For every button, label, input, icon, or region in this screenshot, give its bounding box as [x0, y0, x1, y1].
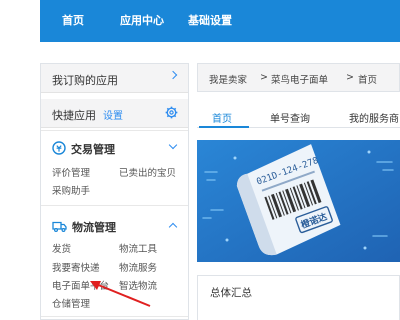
annotation-arrow: [90, 281, 151, 307]
